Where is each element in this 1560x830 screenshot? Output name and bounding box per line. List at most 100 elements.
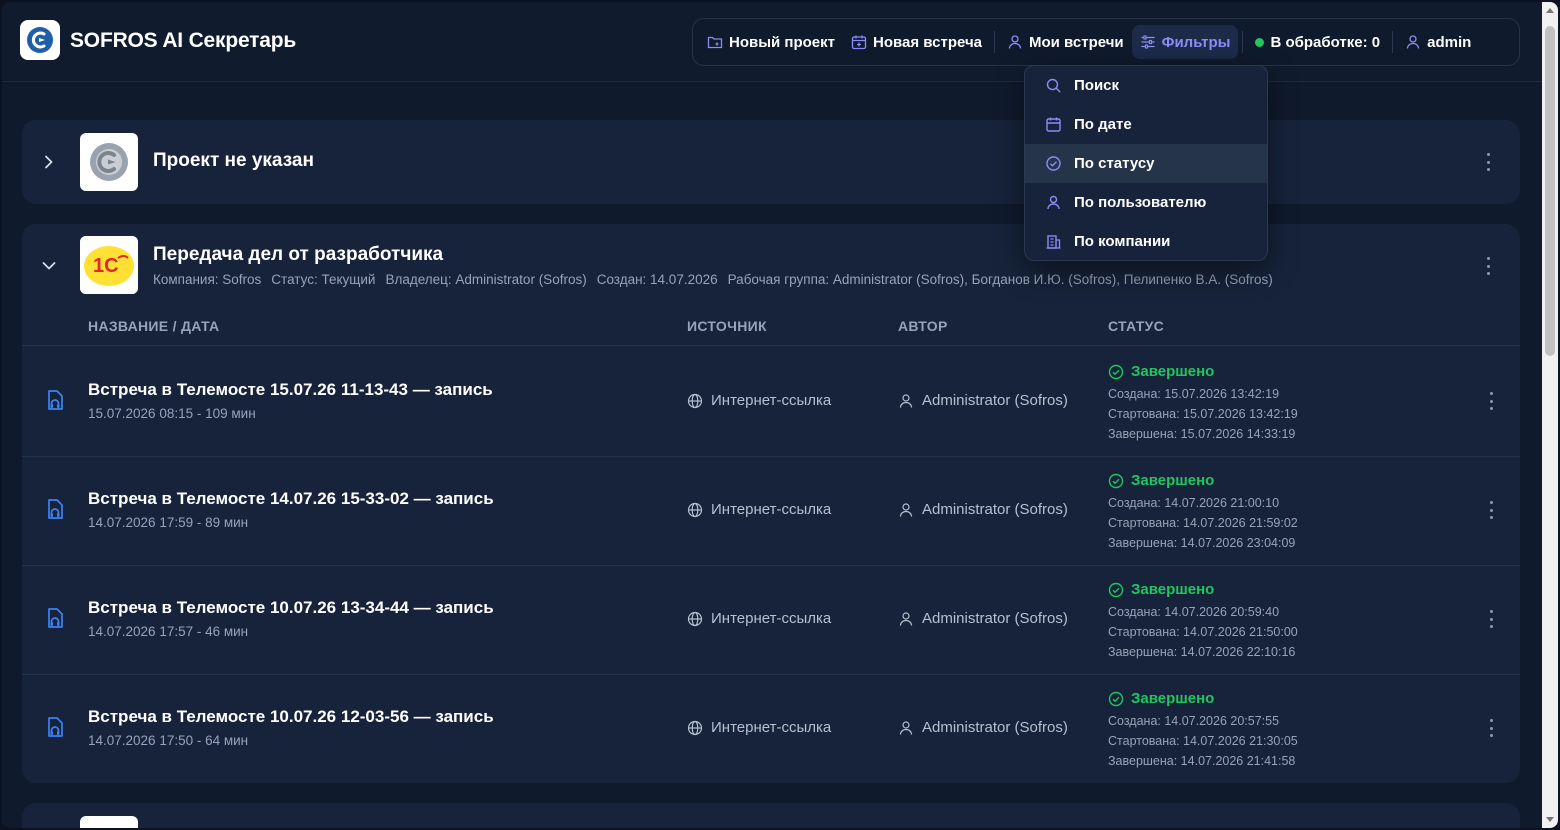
filters-label: Фильтры xyxy=(1161,33,1231,51)
filter-search-label: Поиск xyxy=(1074,77,1120,94)
column-header-source[interactable]: ИСТОЧНИК xyxy=(687,318,767,334)
chevron-down-icon[interactable] xyxy=(40,257,58,275)
status-created: Создана: 14.07.2026 20:59:40 xyxy=(1108,605,1280,619)
meeting-date: 14.07.2026 17:57 - 46 мин xyxy=(88,624,249,639)
globe-icon xyxy=(687,611,703,626)
kebab-menu-icon[interactable] xyxy=(1488,392,1494,410)
author-label: Administrator (Sofros) xyxy=(922,392,1068,409)
filter-date-item[interactable]: По дате xyxy=(1025,105,1267,144)
status-finished: Завершена: 14.07.2026 23:04:09 xyxy=(1108,536,1296,550)
scrollbar-thumb[interactable] xyxy=(1545,26,1555,356)
meeting-author: Administrator (Sofros) xyxy=(898,392,1068,409)
filter-user-label: По пользователю xyxy=(1074,194,1207,211)
filter-company-item[interactable]: По компании xyxy=(1025,222,1267,260)
project-workgroup: Рабочая группа: Administrator (Sofros), … xyxy=(727,272,1273,287)
status-started: Стартована: 14.07.2026 21:30:05 xyxy=(1108,734,1298,748)
filter-status-label: По статусу xyxy=(1074,155,1155,172)
status-created: Создана: 14.07.2026 20:57:55 xyxy=(1108,714,1280,728)
app-window: SOFROS AI Секретарь Новый проект Новая в… xyxy=(2,2,1558,828)
nav-divider xyxy=(994,31,995,53)
filters-dropdown: Поиск По дате По статусу По пользователю… xyxy=(1024,65,1268,261)
user-icon xyxy=(899,720,913,735)
check-circle-icon xyxy=(1046,156,1061,171)
author-label: Administrator (Sofros) xyxy=(922,610,1068,627)
meeting-author: Administrator (Sofros) xyxy=(898,610,1068,627)
status-created: Создана: 14.07.2026 21:00:10 xyxy=(1108,496,1280,510)
table-row[interactable]: Встреча в Телемосте 14.07.26 15-33-02 — … xyxy=(22,456,1520,566)
column-header-author[interactable]: АВТОР xyxy=(898,318,948,334)
meeting-title[interactable]: Встреча в Телемосте 15.07.26 11-13-43 — … xyxy=(88,380,493,400)
audio-file-icon xyxy=(48,499,63,519)
meeting-title[interactable]: Встреча в Телемосте 10.07.26 13-34-44 — … xyxy=(88,598,494,618)
new-meeting-button[interactable]: Новая встреча xyxy=(843,25,990,59)
kebab-menu-icon[interactable] xyxy=(1485,153,1491,171)
my-meetings-button[interactable]: Мои встречи xyxy=(999,25,1132,59)
svg-text:1С: 1С xyxy=(93,255,119,277)
meeting-date: 14.07.2026 17:50 - 64 мин xyxy=(88,733,249,748)
calendar-icon xyxy=(1046,117,1061,132)
kebab-menu-icon[interactable] xyxy=(1488,719,1494,737)
meeting-source: Интернет-ссылка xyxy=(687,501,831,518)
check-circle-icon xyxy=(1108,582,1124,597)
app-logo-icon[interactable] xyxy=(20,20,60,60)
status-label: Завершено xyxy=(1131,363,1215,380)
meeting-date: 14.07.2026 17:59 - 89 мин xyxy=(88,515,249,530)
check-circle-icon xyxy=(1108,364,1124,379)
status-badge: Завершено xyxy=(1108,581,1298,598)
kebab-menu-icon[interactable] xyxy=(1485,257,1491,275)
chevron-right-icon[interactable] xyxy=(40,153,58,171)
scroll-up-icon[interactable] xyxy=(1546,8,1554,13)
table-row[interactable]: Встреча в Телемосте 10.07.26 12-03-56 — … xyxy=(22,674,1520,784)
source-label: Интернет-ссылка xyxy=(711,392,832,409)
meeting-title[interactable]: Встреча в Телемосте 10.07.26 12-03-56 — … xyxy=(88,707,494,727)
user-name: admin xyxy=(1427,33,1472,51)
meeting-title[interactable]: Встреча в Телемосте 14.07.26 15-33-02 — … xyxy=(88,489,494,509)
filter-search-item[interactable]: Поиск xyxy=(1025,66,1267,105)
nav-divider xyxy=(1392,31,1394,53)
kebab-menu-icon[interactable] xyxy=(1488,501,1494,519)
audio-file-icon xyxy=(48,717,63,737)
filter-user-item[interactable]: По пользователю xyxy=(1025,183,1267,222)
column-header-status[interactable]: СТАТУС xyxy=(1108,318,1164,334)
app-title: SOFROS AI Секретарь xyxy=(70,29,297,52)
user-icon xyxy=(1008,35,1022,49)
my-meetings-label: Мои встречи xyxy=(1029,33,1124,51)
user-icon xyxy=(899,393,913,408)
table-header: НАЗВАНИЕ / ДАТА ИСТОЧНИК АВТОР СТАТУС xyxy=(22,314,1520,346)
processing-indicator[interactable]: В обработке: 0 xyxy=(1247,25,1388,59)
status-finished: Завершена: 14.07.2026 22:10:16 xyxy=(1108,645,1296,659)
project-title: Проект не указан xyxy=(153,150,314,171)
audio-file-icon xyxy=(48,608,63,628)
column-header-name[interactable]: НАЗВАНИЕ / ДАТА xyxy=(88,318,219,334)
project-title: Передача дел от разработчика xyxy=(153,244,444,265)
table-row[interactable]: Встреча в Телемосте 10.07.26 13-34-44 — … xyxy=(22,565,1520,675)
check-circle-icon xyxy=(1108,473,1124,488)
calendar-plus-icon xyxy=(851,35,867,50)
status-badge: Завершено xyxy=(1108,690,1298,707)
page-scrollbar[interactable] xyxy=(1542,2,1558,828)
status-finished: Завершена: 15.07.2026 14:33:19 xyxy=(1108,427,1296,441)
top-nav: Новый проект Новая встреча Мои встречи Ф… xyxy=(692,18,1520,66)
status-started: Стартована: 14.07.2026 21:50:00 xyxy=(1108,625,1298,639)
project-card[interactable] xyxy=(22,803,1520,828)
project-created: Создан: 14.07.2026 xyxy=(596,272,718,287)
table-row[interactable]: Встреча в Телемосте 15.07.26 11-13-43 — … xyxy=(22,347,1520,457)
project-meta: Компания: Sofros Статус: Текущий Владелец:… xyxy=(153,272,1283,287)
meeting-source: Интернет-ссылка xyxy=(687,610,831,627)
project-card[interactable]: Проект не указан xyxy=(22,120,1520,204)
globe-icon xyxy=(687,393,703,408)
filter-status-item[interactable]: По статусу xyxy=(1025,144,1267,183)
new-project-label: Новый проект xyxy=(729,33,835,51)
user-menu-button[interactable]: admin xyxy=(1397,25,1479,59)
user-icon xyxy=(1406,35,1420,49)
author-label: Administrator (Sofros) xyxy=(922,719,1068,736)
status-badge: Завершено xyxy=(1108,363,1298,380)
new-project-button[interactable]: Новый проект xyxy=(699,25,843,59)
meeting-author: Administrator (Sofros) xyxy=(898,719,1068,736)
scroll-down-icon[interactable] xyxy=(1546,817,1554,822)
filters-button[interactable]: Фильтры xyxy=(1131,25,1239,59)
search-icon xyxy=(1046,78,1061,93)
project-status: Статус: Текущий xyxy=(271,272,376,287)
kebab-menu-icon[interactable] xyxy=(1488,610,1494,628)
check-circle-icon xyxy=(1108,691,1124,706)
